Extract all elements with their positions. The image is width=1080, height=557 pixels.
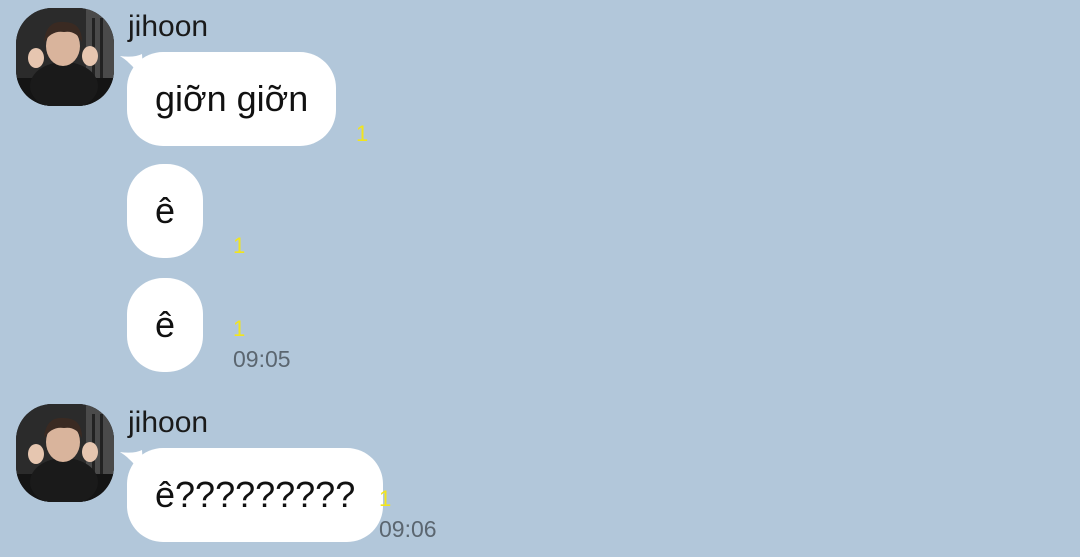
unread-count: 1 xyxy=(379,486,392,511)
message-bubble[interactable]: giỡn giỡn xyxy=(127,52,337,146)
avatar[interactable] xyxy=(16,404,114,502)
unread-count: 1 xyxy=(233,316,246,341)
sender-name: jihoon xyxy=(128,406,209,439)
message-bubble[interactable]: ê xyxy=(127,278,204,372)
message-bubble[interactable]: ê xyxy=(127,164,204,258)
message-timestamp: 09:06 xyxy=(379,516,437,542)
unread-count: 1 xyxy=(356,121,369,146)
sender-name: jihoon xyxy=(128,10,209,43)
avatar[interactable] xyxy=(16,8,114,106)
message-timestamp: 09:05 xyxy=(233,346,291,372)
message-bubble[interactable]: ê????????? xyxy=(127,448,384,542)
unread-count: 1 xyxy=(233,233,246,258)
